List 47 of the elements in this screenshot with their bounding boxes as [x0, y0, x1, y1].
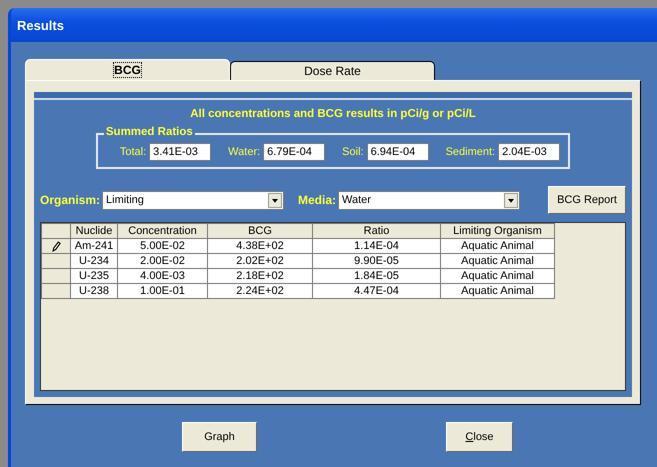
tab[interactable]: Dose Rate: [230, 61, 435, 80]
table-cell: 1.00E-01: [118, 284, 208, 298]
field-label: Water:: [228, 146, 260, 158]
table-cell: Aquatic Animal: [440, 254, 554, 268]
organism-label: Organism:: [40, 193, 100, 207]
column-header[interactable]: Limiting Organism: [440, 224, 554, 238]
pencil-icon: [52, 240, 60, 252]
column-header[interactable]: Ratio: [312, 224, 440, 238]
field-label: Sediment:: [446, 146, 496, 158]
table-cell: Aquatic Animal: [440, 268, 554, 284]
table-cell: Aquatic Animal: [440, 284, 554, 298]
table-cell: 2.18E+02: [208, 268, 312, 284]
table-cell: 1.14E-04: [312, 238, 440, 254]
field-label: Soil:: [342, 146, 364, 158]
table-cell: 9.90E-05: [312, 254, 440, 268]
graph-button[interactable]: Graph: [182, 422, 257, 452]
row-selector[interactable]: [42, 238, 70, 254]
group-title: Summed Ratios: [104, 126, 195, 138]
field-label: Total:: [120, 146, 146, 158]
close-button[interactable]: Close: [446, 422, 513, 452]
table-cell: Aquatic Animal: [440, 238, 554, 254]
table-cell: 4.47E-04: [312, 284, 440, 298]
tab[interactable]: BCG: [25, 59, 230, 80]
table-cell: 1.84E-05: [312, 268, 440, 284]
table-cell: 4.38E+02: [208, 238, 312, 254]
table-cell: 2.24E+02: [208, 284, 312, 298]
media-dropdown[interactable]: Water: [338, 190, 520, 210]
table-cell: U-238: [70, 284, 118, 298]
table-cell: 5.00E-02: [118, 238, 208, 254]
table-cell: U-235: [70, 268, 118, 284]
column-header[interactable]: BCG: [208, 224, 312, 238]
column-header[interactable]: Concentration: [118, 224, 208, 238]
table-cell: 2.02E+02: [208, 254, 312, 268]
table-cell: U-234: [70, 254, 118, 268]
table-cell: Am-241: [70, 238, 118, 254]
ratio-field[interactable]: 2.04E-03: [498, 143, 560, 161]
window-title: Results: [17, 18, 64, 32]
organism-dropdown[interactable]: Limiting: [102, 190, 284, 210]
bcg-report-button[interactable]: BCG Report: [548, 186, 626, 214]
table-cell: 4.00E-03: [118, 268, 208, 284]
ratio-field[interactable]: 6.94E-04: [366, 143, 429, 161]
ratio-field[interactable]: 3.41E-03: [149, 143, 212, 161]
ratio-field[interactable]: 6.79E-04: [263, 143, 326, 161]
heading-text: All concentrations and BCG results in pCi/g or pCi/L: [190, 108, 476, 120]
column-header[interactable]: Nuclide: [70, 224, 118, 238]
media-label: Media:: [298, 193, 336, 207]
table-cell: 2.00E-02: [118, 254, 208, 268]
